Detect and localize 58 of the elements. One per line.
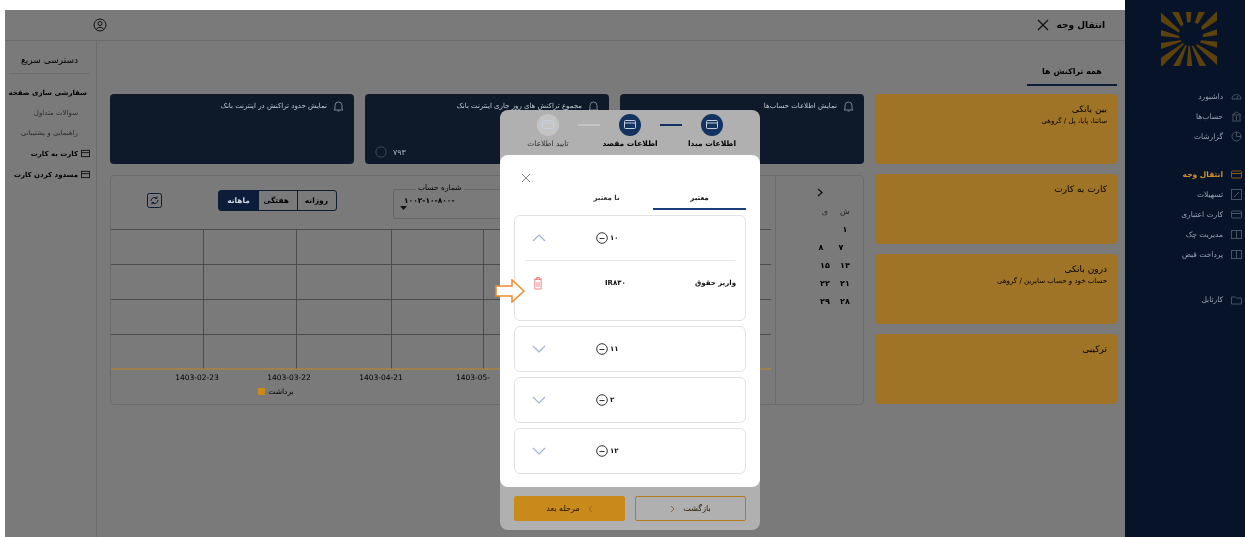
chevron-up-icon[interactable] <box>532 234 546 242</box>
bell-icon <box>588 100 599 112</box>
transfer-card[interactable]: ترکیبی <box>875 334 1117 404</box>
chevron-down-icon[interactable] <box>532 447 546 455</box>
panel-title: دسترسی سریع <box>9 55 90 74</box>
weekday-label: ی <box>820 207 830 216</box>
bell-icon <box>333 100 344 112</box>
pie-icon <box>1231 130 1242 142</box>
user-icon[interactable] <box>93 18 107 32</box>
coin-icon <box>596 394 608 406</box>
trash-icon[interactable] <box>533 276 543 290</box>
tab[interactable]: همه تراکنش ها <box>1027 67 1117 86</box>
bank-icon <box>1231 110 1242 122</box>
chevron-right-icon[interactable] <box>817 188 823 197</box>
chevron-down-icon[interactable] <box>532 396 546 404</box>
coin-icon <box>375 146 387 158</box>
chevron-left-icon <box>587 504 593 513</box>
chevron-right-icon <box>670 504 676 513</box>
next-button[interactable]: مرحله بعد <box>514 496 625 521</box>
back-button[interactable]: بازگشت <box>635 496 746 521</box>
transfer-card[interactable]: کارت به کارت <box>875 174 1117 244</box>
coin-icon <box>596 232 608 244</box>
card-title: بین بانکی <box>1070 104 1107 114</box>
card-title: ترکیبی <box>1081 344 1107 354</box>
calendar-day[interactable]: ۷ <box>831 243 851 252</box>
calendar-day[interactable]: ۲۲ <box>815 279 835 288</box>
calendar-day[interactable]: ۱ <box>835 225 855 234</box>
card-icon <box>542 120 554 130</box>
calendar-day[interactable]: ۲۱ <box>835 279 855 288</box>
close-icon[interactable] <box>521 173 531 183</box>
sun-logo <box>1161 12 1217 66</box>
folder-icon <box>1231 293 1242 305</box>
calendar-day[interactable]: ۱۴ <box>835 261 855 270</box>
card-icon <box>1231 208 1242 220</box>
card-icon <box>81 149 90 158</box>
grid-icon <box>1231 228 1242 240</box>
chevron-down-icon[interactable] <box>532 345 546 353</box>
calendar-day[interactable]: ۸ <box>811 243 831 252</box>
grid-icon <box>1231 248 1242 260</box>
bell-icon <box>843 100 854 112</box>
calendar-day[interactable]: ۲۹ <box>815 297 835 306</box>
close-icon[interactable] <box>1036 19 1049 31</box>
pencil-icon <box>1231 188 1242 200</box>
caret-icon <box>400 206 407 210</box>
calendar-day[interactable]: ۲۸ <box>835 297 855 306</box>
card-icon <box>624 120 636 130</box>
card-value: ۷۹۳ <box>393 147 406 157</box>
card-icon <box>81 170 90 179</box>
card-icon <box>1231 168 1242 180</box>
coin-icon <box>596 343 608 355</box>
weekday-label: ش <box>839 207 851 216</box>
page-title: انتقال وجه <box>1056 20 1105 30</box>
refresh-icon[interactable] <box>147 192 162 208</box>
card-title: کارت به کارت <box>1053 184 1107 194</box>
calendar-day[interactable]: ۱۵ <box>815 261 835 270</box>
card-icon <box>706 120 718 130</box>
card-title: درون بانکی <box>1063 264 1107 274</box>
coin-icon <box>596 445 608 457</box>
